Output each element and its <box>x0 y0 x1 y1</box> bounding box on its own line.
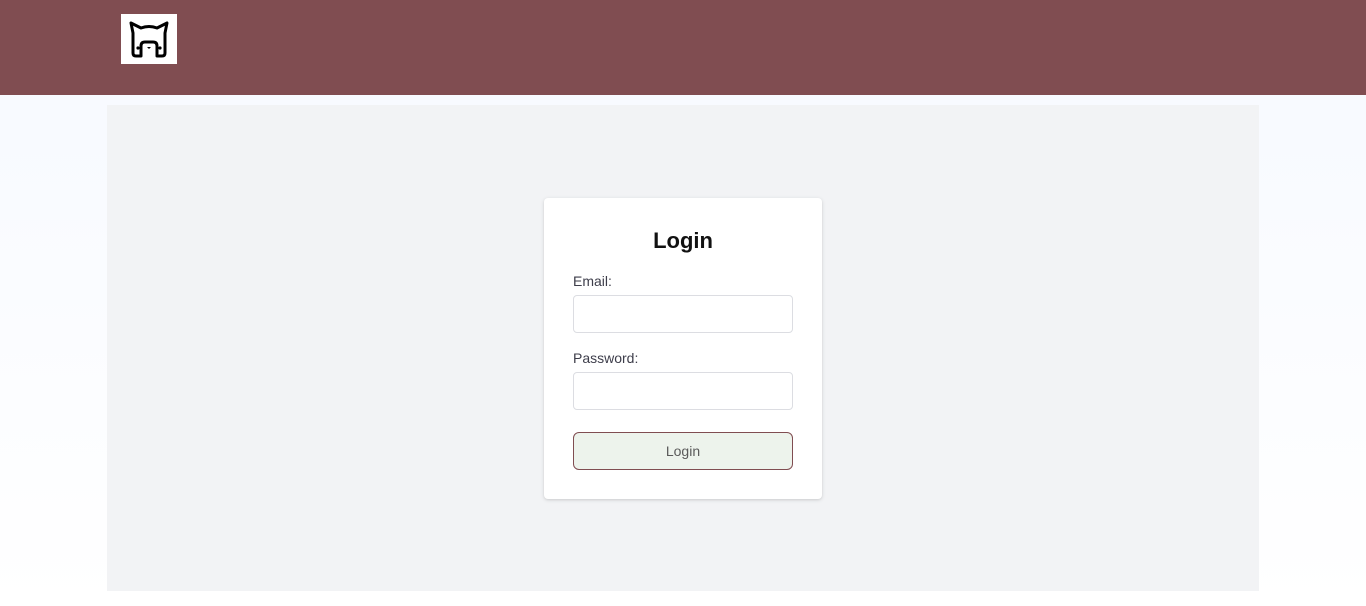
login-card: Login Email: Password: Login <box>544 198 822 499</box>
password-label: Password: <box>573 350 639 366</box>
password-field[interactable] <box>573 372 793 410</box>
login-button[interactable]: Login <box>573 432 793 470</box>
email-field[interactable] <box>573 295 793 333</box>
cat-logo-icon <box>127 19 171 59</box>
logo[interactable] <box>121 14 177 64</box>
login-title: Login <box>653 228 713 253</box>
main-content: Login Email: Password: Login <box>107 105 1259 591</box>
email-label: Email: <box>573 273 612 289</box>
top-header <box>0 0 1366 95</box>
